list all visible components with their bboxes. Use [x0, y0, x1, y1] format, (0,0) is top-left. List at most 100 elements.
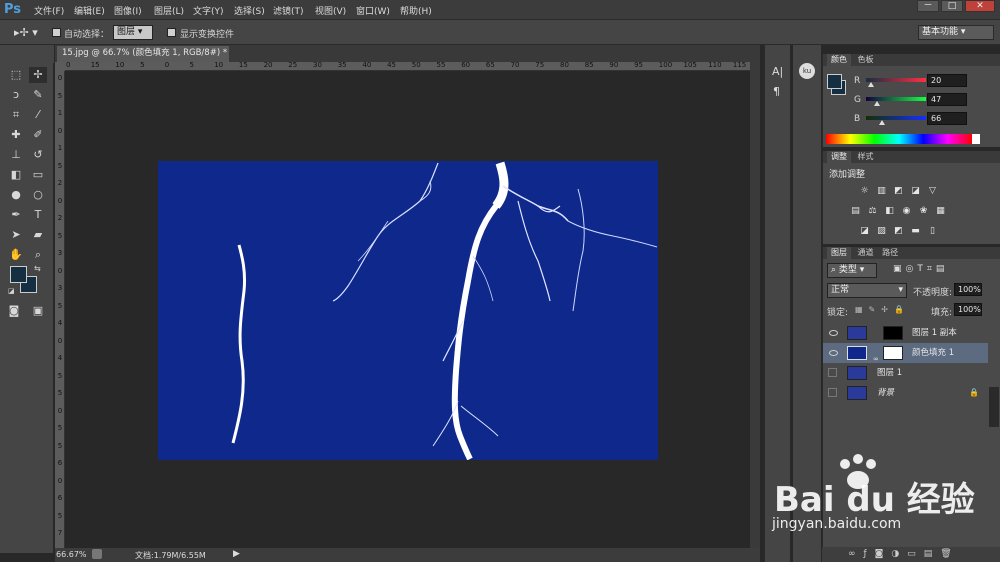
menu-select[interactable]: 选择(S): [234, 4, 265, 17]
layer-action-icons[interactable]: ∞ƒ◙◑▭▤🗑: [848, 549, 960, 559]
swap-colors-icon[interactable]: ⇆: [34, 264, 41, 273]
selective-color-icon[interactable]: ▯: [927, 226, 938, 236]
menu-layer[interactable]: 图层(L): [154, 4, 184, 17]
layer-row[interactable]: 图层 1: [823, 363, 988, 383]
auto-select-checkbox[interactable]: [52, 28, 61, 37]
lock-icons[interactable]: ▦✎✢🔒: [855, 305, 910, 314]
default-colors-icon[interactable]: ◪: [8, 287, 15, 295]
healing-tool-icon[interactable]: ✚: [7, 127, 25, 143]
channel-mixer-icon[interactable]: ❀: [918, 206, 929, 216]
vibrance-icon[interactable]: ▽: [927, 186, 938, 196]
visibility-eye-icon[interactable]: [829, 330, 838, 336]
visibility-off-box[interactable]: [828, 388, 837, 397]
text-tool-icon[interactable]: T: [29, 207, 47, 223]
move-tool-preset-icon[interactable]: ▸✢ ▾: [14, 26, 38, 39]
menu-help[interactable]: 帮助(H): [400, 4, 432, 17]
pen-tool-icon[interactable]: ✒: [7, 207, 25, 223]
layer-filter-select[interactable]: ⌕ 类型 ▾: [827, 263, 877, 278]
levels-icon[interactable]: ▥: [876, 186, 887, 196]
fill-value[interactable]: 100%: [954, 303, 982, 316]
eraser-tool-icon[interactable]: ◧: [7, 167, 25, 183]
show-transform-checkbox[interactable]: [167, 28, 176, 37]
visibility-eye-icon[interactable]: [829, 350, 838, 356]
layer-row[interactable]: 背景 🔒: [823, 383, 988, 403]
tab-swatches[interactable]: 色板: [858, 55, 874, 64]
menu-file[interactable]: 文件(F): [34, 4, 64, 17]
exposure-icon[interactable]: ◪: [910, 186, 921, 196]
status-info-icon[interactable]: [92, 549, 102, 559]
layer-filter-icons[interactable]: ▣◎T⌗▤: [893, 264, 948, 274]
character-panel-icon[interactable]: A|: [772, 65, 783, 78]
brush-tool-icon[interactable]: ✐: [29, 127, 47, 143]
minimize-button[interactable]: －: [917, 0, 939, 12]
menu-image[interactable]: 图像(I): [114, 4, 142, 17]
color-balance-icon[interactable]: ⚖: [867, 206, 878, 216]
stamp-tool-icon[interactable]: ⊥: [7, 147, 25, 163]
r-slider-thumb[interactable]: [867, 82, 874, 87]
tab-channels[interactable]: 通道: [858, 248, 874, 257]
quick-mask-icon[interactable]: ◙: [5, 303, 23, 319]
menu-window[interactable]: 窗口(W): [356, 4, 390, 17]
layers-scrollbar[interactable]: [989, 387, 999, 427]
quick-select-tool-icon[interactable]: ✎: [29, 87, 47, 103]
curves-icon[interactable]: ◩: [893, 186, 904, 196]
color-panel-fg-swatch[interactable]: [827, 74, 842, 89]
foreground-color-swatch[interactable]: [10, 266, 27, 283]
close-window-button[interactable]: ✕: [965, 0, 995, 12]
menu-view[interactable]: 视图(V): [315, 4, 346, 17]
zoom-level[interactable]: 66.67%: [56, 550, 87, 559]
threshold-icon[interactable]: ◩: [893, 226, 904, 236]
posterize-icon[interactable]: ▨: [876, 226, 887, 236]
tab-color[interactable]: 颜色: [827, 54, 851, 66]
eyedropper-tool-icon[interactable]: ⁄: [29, 107, 47, 123]
color-lookup-icon[interactable]: ▦: [935, 206, 946, 216]
photo-filter-icon[interactable]: ◉: [901, 206, 912, 216]
r-value[interactable]: 20: [927, 74, 967, 87]
menu-type[interactable]: 文字(Y): [193, 4, 224, 17]
blur-tool-icon[interactable]: ●: [7, 187, 25, 203]
layer-row[interactable]: 图层 1 副本: [823, 323, 988, 343]
shape-tool-icon[interactable]: ▰: [29, 227, 47, 243]
b-slider[interactable]: [866, 116, 926, 120]
gradient-map-icon[interactable]: ▬: [910, 226, 921, 236]
visibility-off-box[interactable]: [828, 368, 837, 377]
path-select-tool-icon[interactable]: ➤: [7, 227, 25, 243]
menu-filter[interactable]: 滤镜(T): [273, 4, 304, 17]
canvas-vertical-scrollbar[interactable]: [750, 62, 760, 548]
hand-tool-icon[interactable]: ✋: [7, 247, 25, 263]
auto-select-target-select[interactable]: 图层 ▾: [113, 25, 153, 40]
gradient-tool-icon[interactable]: ▭: [29, 167, 47, 183]
maximize-button[interactable]: □: [941, 0, 963, 12]
tab-adjustments[interactable]: 调整: [827, 151, 851, 163]
kuler-icon[interactable]: ku: [799, 63, 815, 79]
b-value[interactable]: 66: [927, 112, 967, 125]
zoom-tool-icon[interactable]: ⌕: [29, 247, 47, 263]
paragraph-panel-icon[interactable]: ¶: [773, 85, 780, 98]
tab-styles[interactable]: 样式: [858, 152, 874, 161]
marquee-tool-icon[interactable]: ⬚: [7, 67, 25, 83]
white-swatch[interactable]: [972, 134, 980, 144]
tab-paths[interactable]: 路径: [882, 248, 898, 257]
document-tab[interactable]: 15.jpg @ 66.7% (颜色填充 1, RGB/8#) * ×: [57, 46, 229, 73]
black-white-icon[interactable]: ◧: [884, 206, 895, 216]
screen-mode-icon[interactable]: ▣: [29, 303, 47, 319]
color-spectrum-bar[interactable]: [826, 134, 972, 144]
r-slider[interactable]: [866, 78, 926, 82]
g-value[interactable]: 47: [927, 93, 967, 106]
layer-row-selected[interactable]: ∞ 颜色填充 1: [823, 343, 988, 363]
status-menu-arrow-icon[interactable]: ▶: [233, 549, 240, 559]
crop-tool-icon[interactable]: ⌗: [7, 107, 25, 123]
document-image[interactable]: [158, 161, 658, 461]
dodge-tool-icon[interactable]: ○: [29, 187, 47, 203]
opacity-value[interactable]: 100%: [954, 283, 982, 296]
g-slider-thumb[interactable]: [874, 101, 881, 106]
brightness-icon[interactable]: ☼: [859, 186, 870, 196]
b-slider-thumb[interactable]: [878, 120, 885, 125]
invert-icon[interactable]: ◪: [859, 226, 870, 236]
tab-layers[interactable]: 图层: [827, 247, 851, 259]
lasso-tool-icon[interactable]: ↄ: [7, 87, 25, 103]
move-tool-icon[interactable]: ✢: [29, 67, 47, 83]
menu-edit[interactable]: 编辑(E): [74, 4, 105, 17]
history-brush-tool-icon[interactable]: ↺: [29, 147, 47, 163]
hue-saturation-icon[interactable]: ▤: [850, 206, 861, 216]
